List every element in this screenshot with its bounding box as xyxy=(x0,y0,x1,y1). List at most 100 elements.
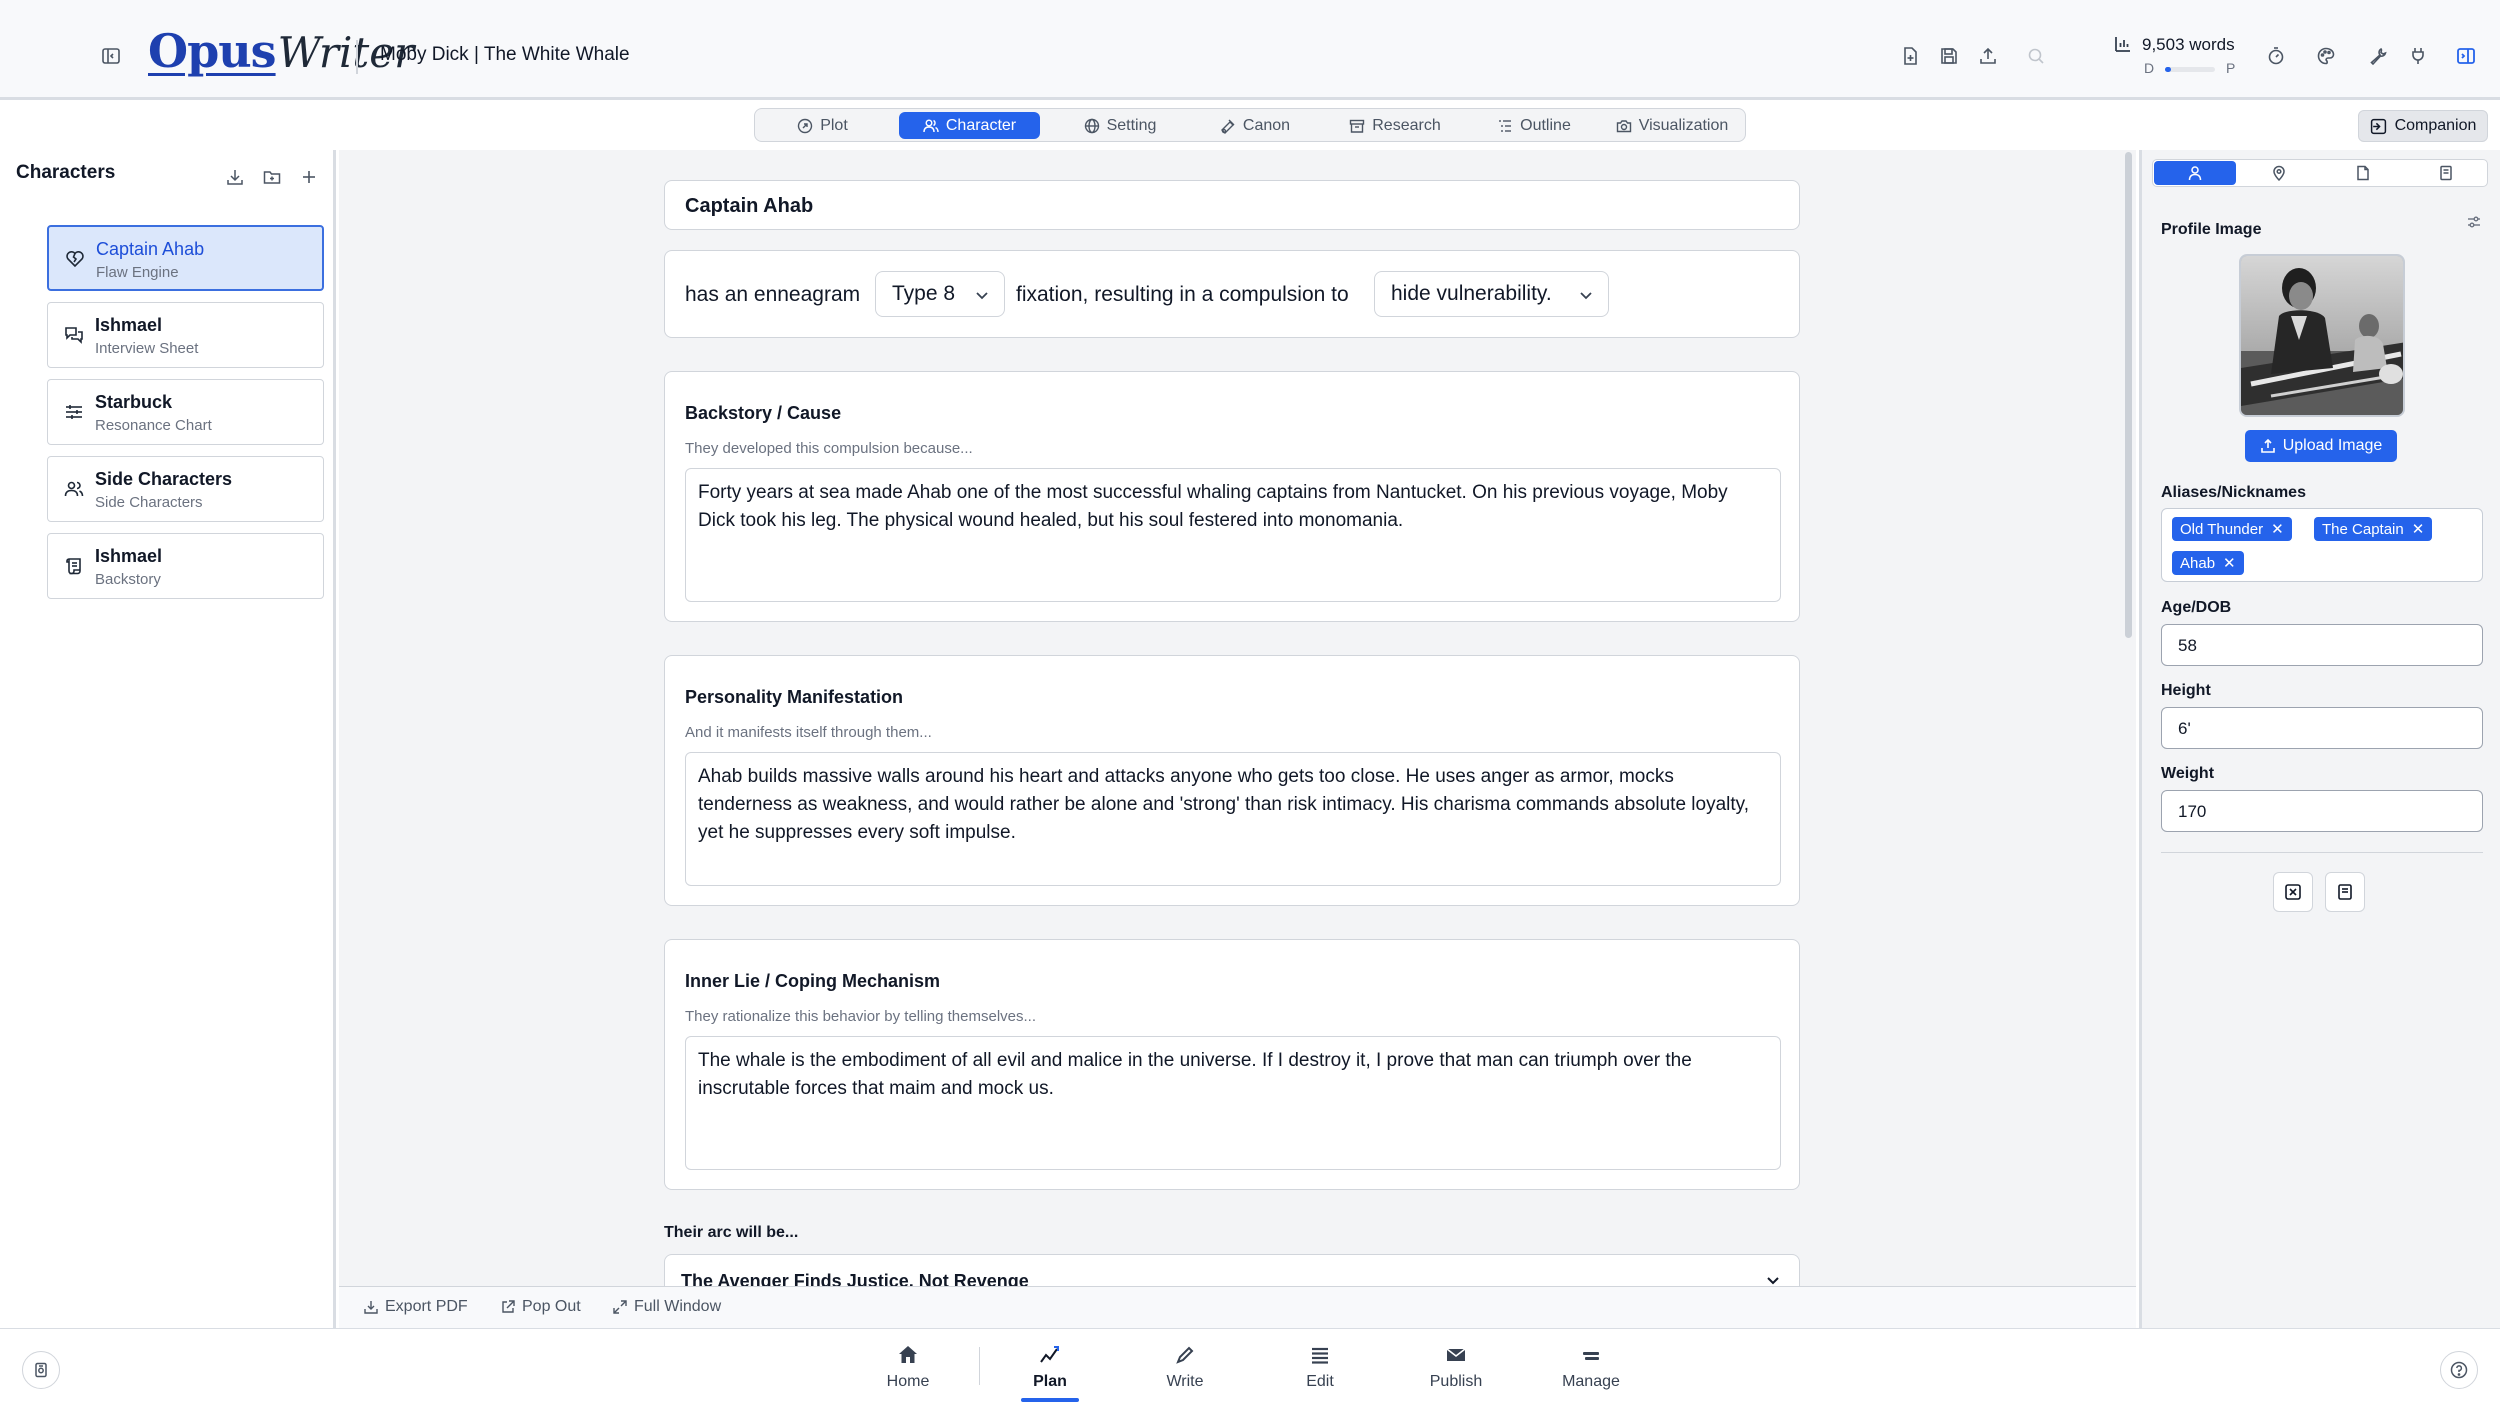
backup-button[interactable] xyxy=(22,1351,60,1389)
backstory-card: Backstory / Cause They developed this co… xyxy=(664,371,1800,622)
palette-icon[interactable] xyxy=(2308,38,2344,74)
nav-edit[interactable]: Edit xyxy=(1270,1343,1370,1391)
tab-setting[interactable]: Setting xyxy=(1065,112,1175,139)
nav-manage[interactable]: Manage xyxy=(1541,1343,1641,1391)
pop-out-button[interactable]: Pop Out xyxy=(500,1298,581,1316)
character-item-ishmael[interactable]: Ishmael Interview Sheet xyxy=(47,302,324,368)
character-item-side-characters[interactable]: Side Characters Side Characters xyxy=(47,456,324,522)
wrench-icon[interactable] xyxy=(2360,38,2396,74)
save-profile-button[interactable] xyxy=(2325,872,2365,912)
character-name-field[interactable]: Captain Ahab xyxy=(664,180,1800,230)
alias-chip[interactable]: Old Thunder ✕ xyxy=(2172,517,2292,541)
character-template: Resonance Chart xyxy=(95,417,212,434)
remove-alias-icon[interactable]: ✕ xyxy=(2412,520,2425,538)
character-template: Side Characters xyxy=(95,494,203,511)
chevron-down-icon xyxy=(976,292,988,300)
location-tab[interactable] xyxy=(2238,161,2320,185)
editor-scrollbar[interactable] xyxy=(2125,152,2132,638)
companion-button[interactable]: Companion xyxy=(2358,110,2488,142)
nav-separator xyxy=(979,1347,980,1385)
height-field[interactable]: 6' xyxy=(2161,707,2483,749)
upload-icon[interactable] xyxy=(1970,38,2006,74)
enneagram-type-select[interactable]: Type 8 xyxy=(875,271,1005,317)
alias-chip[interactable]: The Captain ✕ xyxy=(2314,517,2433,541)
nav-write[interactable]: Write xyxy=(1135,1343,1235,1391)
bookmark-icon xyxy=(2440,165,2452,181)
search-icon[interactable] xyxy=(2018,38,2054,74)
character-name: Side Characters xyxy=(95,469,233,489)
project-title: Moby Dick | The White Whale xyxy=(380,44,630,65)
save-icon[interactable] xyxy=(1931,38,1967,74)
discard-button[interactable] xyxy=(2273,872,2313,912)
pop-out-label: Pop Out xyxy=(522,1298,581,1315)
remove-alias-icon[interactable]: ✕ xyxy=(2271,520,2284,538)
tab-character[interactable]: Character xyxy=(899,112,1040,139)
settings-sliders-icon[interactable] xyxy=(2462,210,2486,234)
stats-chart-icon xyxy=(2113,34,2133,54)
list-icon xyxy=(1499,119,1512,132)
add-character-icon[interactable] xyxy=(291,159,327,195)
enneagram-middle-text: fixation, resulting in a compulsion to xyxy=(1016,283,1349,306)
nav-plan[interactable]: Plan xyxy=(1000,1343,1100,1391)
personality-textarea[interactable]: Ahab builds massive walls around his hea… xyxy=(685,752,1781,886)
character-template: Backstory xyxy=(95,571,161,588)
alias-text: Ahab xyxy=(2180,554,2216,572)
word-count-widget[interactable]: 9,503 words D P xyxy=(2110,30,2240,80)
heart-crack-icon xyxy=(65,249,87,271)
upload-image-button[interactable]: Upload Image xyxy=(2245,430,2397,462)
alias-chip[interactable]: Ahab ✕ xyxy=(2172,551,2244,575)
sidebar-toggle-icon[interactable] xyxy=(93,38,129,74)
import-icon[interactable] xyxy=(217,159,253,195)
character-item-captain-ahab[interactable]: Captain Ahab Flaw Engine xyxy=(47,225,324,291)
folder-icon[interactable] xyxy=(254,159,290,195)
tab-outline[interactable]: Outline xyxy=(1481,112,1587,139)
export-pdf-button[interactable]: Export PDF xyxy=(363,1298,468,1316)
compulsion-select[interactable]: hide vulnerability. xyxy=(1374,271,1609,317)
chat-icon xyxy=(64,325,86,347)
nav-publish[interactable]: Publish xyxy=(1406,1343,1506,1391)
timer-icon[interactable] xyxy=(2258,38,2294,74)
active-nav-indicator xyxy=(1021,1398,1079,1402)
profile-tab[interactable] xyxy=(2154,161,2236,185)
archive-box-icon xyxy=(35,1362,47,1378)
inner-lie-textarea[interactable]: The whale is the embodiment of all evil … xyxy=(685,1036,1781,1170)
tab-canon[interactable]: Canon xyxy=(1205,112,1305,139)
section-title: Backstory / Cause xyxy=(685,403,842,423)
tab-setting-label: Setting xyxy=(1106,116,1157,134)
weight-field[interactable]: 170 xyxy=(2161,790,2483,832)
nav-home[interactable]: Home xyxy=(858,1343,958,1391)
backstory-textarea[interactable]: Forty years at sea made Ahab one of the … xyxy=(685,468,1781,602)
tab-plot[interactable]: Plot xyxy=(780,112,865,139)
character-editor: Captain Ahab has an enneagram Type 8 fix… xyxy=(339,150,2136,1328)
external-link-icon xyxy=(502,1300,515,1313)
section-hint: They rationalize this behavior by tellin… xyxy=(685,1008,1037,1025)
tab-research-label: Research xyxy=(1372,116,1441,134)
globe-icon xyxy=(1084,118,1099,133)
alias-text: Old Thunder xyxy=(2180,520,2264,538)
companion-tabs xyxy=(2152,159,2488,187)
help-button[interactable] xyxy=(2440,1351,2478,1389)
tab-character-label: Character xyxy=(945,116,1017,134)
document-icon xyxy=(2357,165,2369,181)
panel-divider xyxy=(2161,852,2483,853)
age-field[interactable]: 58 xyxy=(2161,624,2483,666)
plug-icon[interactable] xyxy=(2400,38,2436,74)
full-window-button[interactable]: Full Window xyxy=(612,1298,721,1316)
tab-plot-label: Plot xyxy=(820,116,848,134)
new-file-icon[interactable] xyxy=(1892,38,1928,74)
plot-icon xyxy=(798,118,813,133)
sidebar-title: Characters xyxy=(16,162,116,183)
personality-card: Personality Manifestation And it manifes… xyxy=(664,655,1800,906)
saved-tab[interactable] xyxy=(2405,161,2487,185)
aliases-field[interactable]: Old Thunder ✕ The Captain ✕ Ahab ✕ xyxy=(2161,508,2483,582)
character-item-ishmael-backstory[interactable]: Ishmael Backstory xyxy=(47,533,324,599)
remove-alias-icon[interactable]: ✕ xyxy=(2223,554,2236,572)
upload-image-label: Upload Image xyxy=(2282,437,2383,454)
chevron-down-icon xyxy=(1580,292,1592,300)
title-divider xyxy=(356,40,358,74)
panel-toggle-icon[interactable] xyxy=(2448,38,2484,74)
notes-tab[interactable] xyxy=(2322,161,2404,185)
tab-research[interactable]: Research xyxy=(1339,112,1451,139)
tab-visualization[interactable]: Visualization xyxy=(1607,112,1737,139)
character-item-starbuck[interactable]: Starbuck Resonance Chart xyxy=(47,379,324,445)
